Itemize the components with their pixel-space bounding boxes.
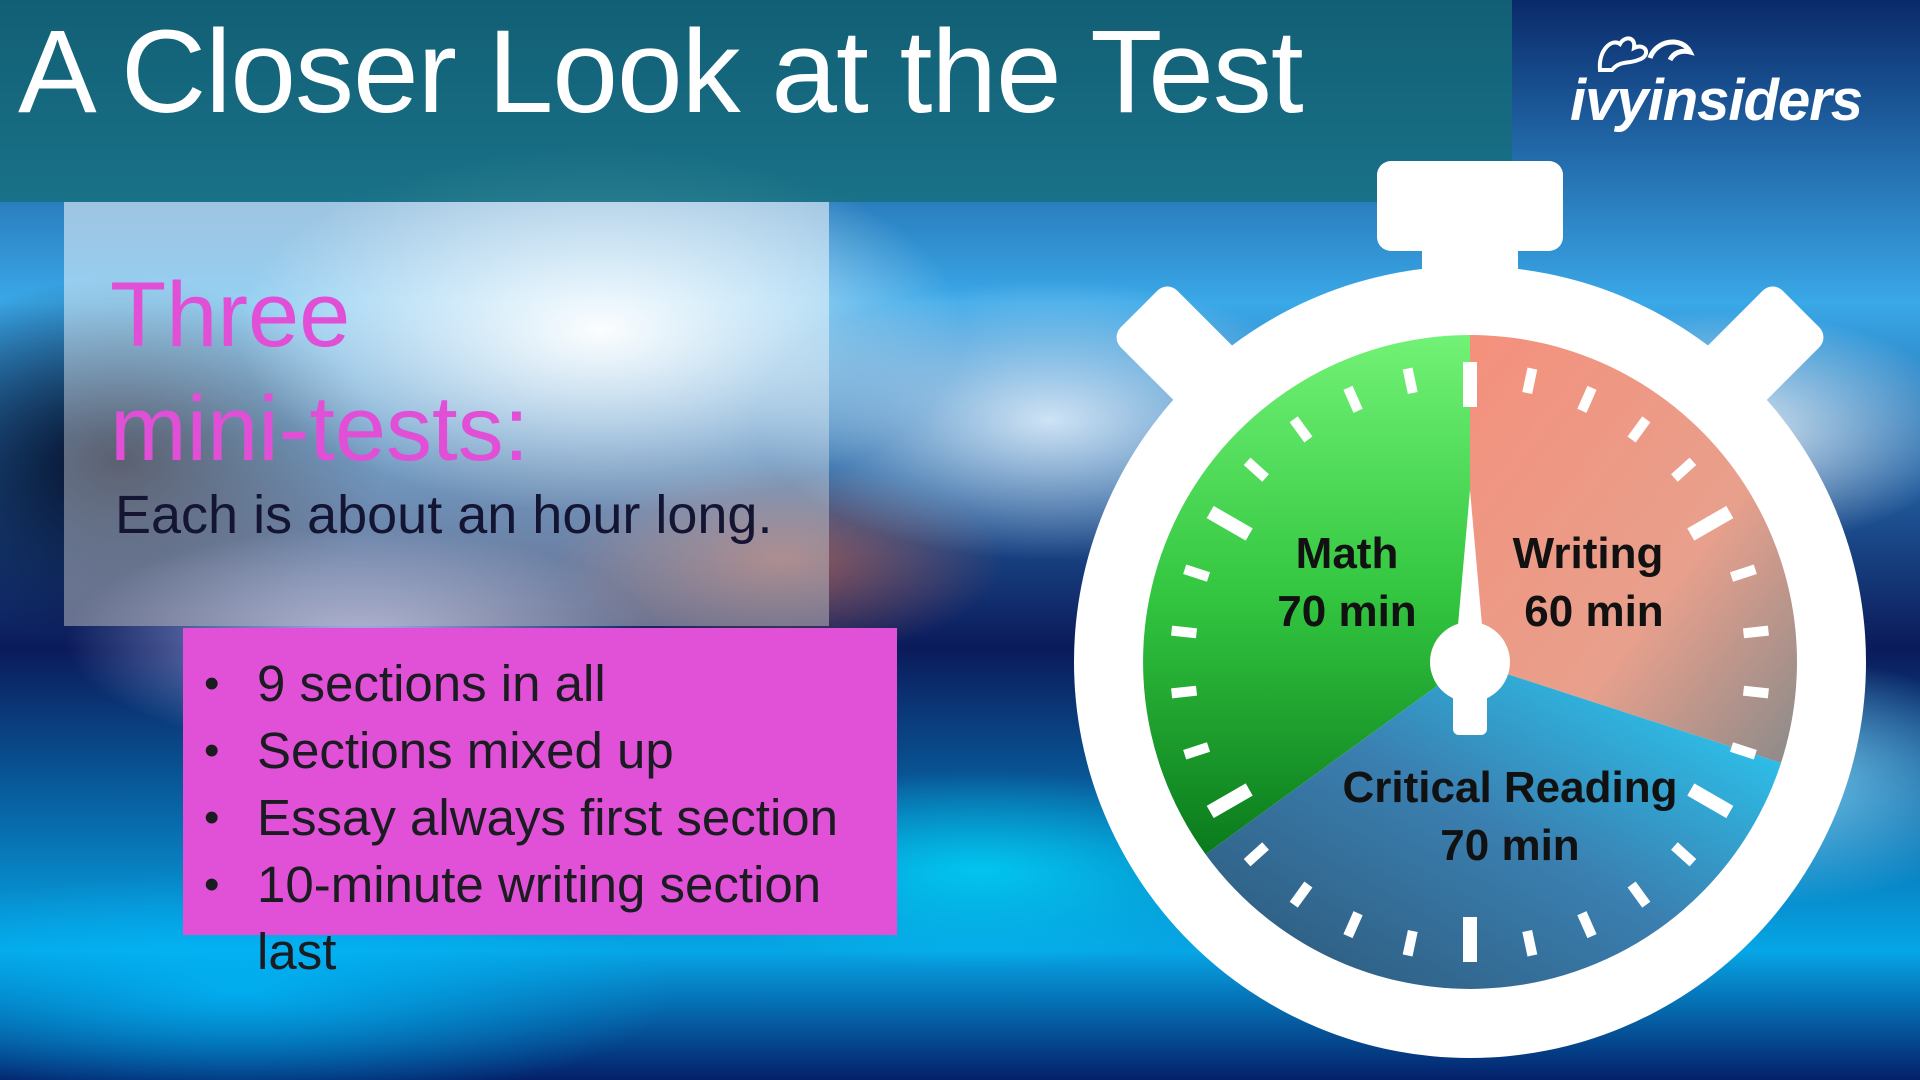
writing-label: Writing — [1513, 529, 1664, 578]
ivy-leaf-icon — [1597, 36, 1695, 72]
bullet-item: 10-minute writing section last — [200, 851, 860, 985]
bullet-item: 9 sections in all — [200, 650, 860, 717]
hand-tail — [1453, 685, 1487, 735]
tick-mark — [1171, 625, 1198, 639]
writing-duration: 60 min — [1524, 587, 1663, 636]
bullet-list: 9 sections in all Sections mixed up Essa… — [200, 650, 860, 985]
tick-mark — [1522, 367, 1538, 395]
math-label: Math — [1296, 529, 1399, 578]
tick-mark — [1522, 929, 1538, 957]
hour-long-subtext: Each is about an hour long. — [115, 485, 773, 545]
tick-mark — [1402, 929, 1418, 957]
stopwatch-icon: Math 70 min Writing 60 min Critical Read… — [1074, 161, 1866, 1058]
bullet-item: Sections mixed up — [200, 717, 860, 784]
tick-mark — [1742, 685, 1769, 699]
critical-reading-duration: 70 min — [1440, 821, 1579, 870]
bullet-item: Essay always first section — [200, 784, 860, 851]
tick-mark — [1402, 367, 1418, 395]
critical-reading-label: Critical Reading — [1343, 763, 1678, 812]
slide-title: A Closer Look at the Test — [18, 6, 1304, 138]
tick-mark — [1171, 685, 1198, 699]
heading-line-2: mini-tests: — [110, 378, 530, 480]
logo: ivyinsiders — [1570, 30, 1863, 130]
crown-button — [1377, 161, 1563, 251]
tick-mark — [1742, 625, 1769, 639]
math-duration: 70 min — [1277, 587, 1416, 636]
heading-line-1: Three — [110, 264, 351, 366]
mini-tests-heading: Three mini-tests: — [110, 258, 529, 486]
